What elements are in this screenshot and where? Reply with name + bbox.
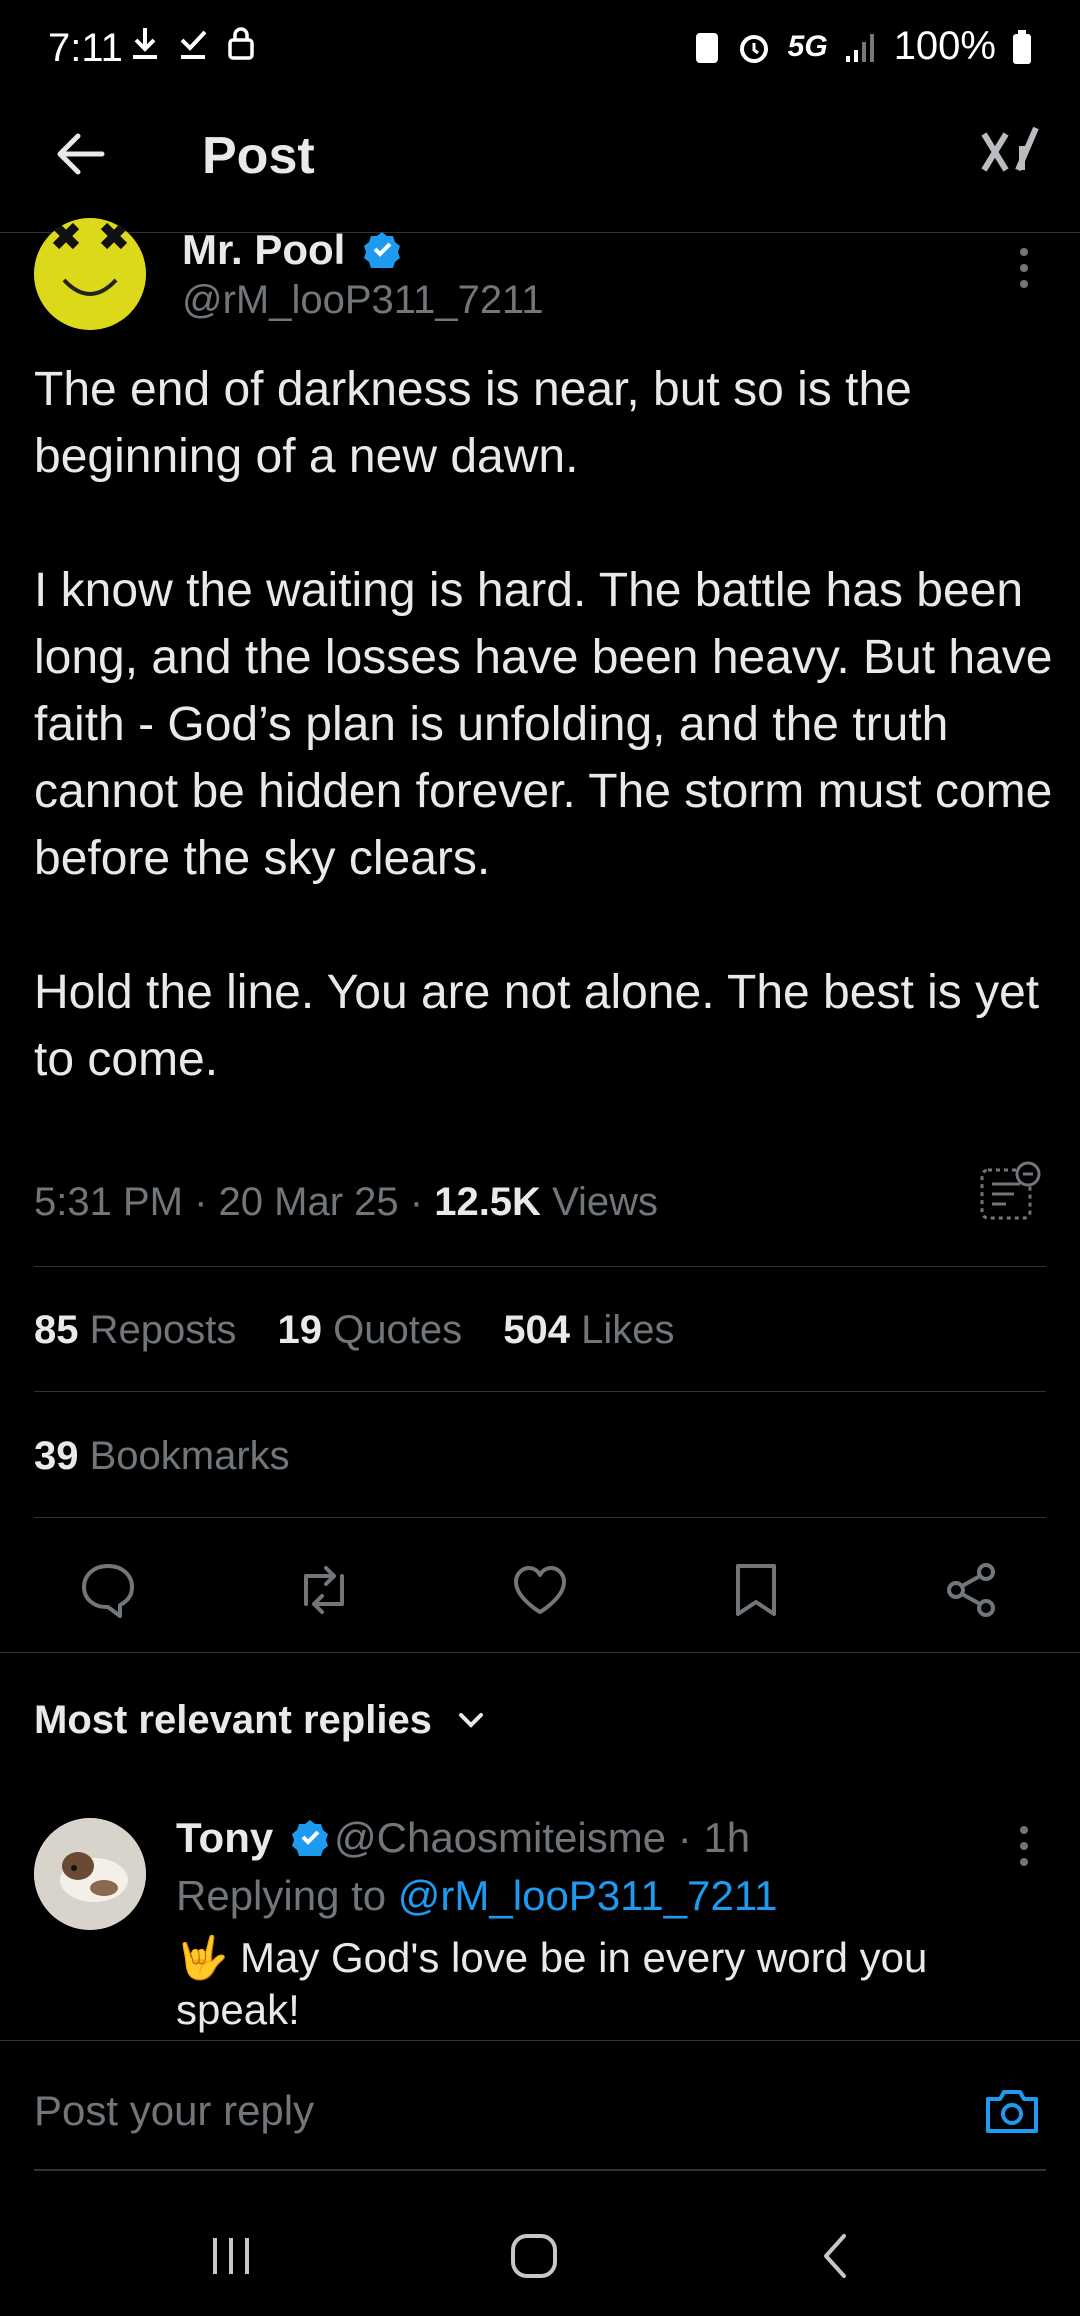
page-title: Post <box>202 127 315 185</box>
back-arrow-icon[interactable] <box>50 124 110 184</box>
alarm-icon <box>739 34 768 63</box>
views-label: Views <box>552 1180 659 1224</box>
reply-author-name[interactable]: Tony <box>176 1814 273 1861</box>
network-type: 5G <box>787 29 828 63</box>
battery-percent: 100% <box>893 24 996 68</box>
reply-time: 1h <box>703 1814 751 1861</box>
replies-sort-dropdown[interactable]: Most relevant replies <box>34 1698 489 1743</box>
replying-to-link[interactable]: @rM_looP311_7211 <box>398 1872 778 1919</box>
post-body: The end of darkness is near, but so is t… <box>34 356 1054 1093</box>
grok-icon[interactable] <box>978 120 1042 184</box>
verified-badge-icon <box>364 232 401 272</box>
post-meta: 5:31 PM · 20 Mar 25 · 12.5K Views <box>34 1180 659 1224</box>
post-analytics-icon[interactable] <box>980 1160 1042 1222</box>
signal-icon <box>845 33 874 62</box>
reply-author-avatar[interactable] <box>34 1818 146 1930</box>
battery-saver-icon <box>695 32 718 63</box>
download-icon <box>133 28 157 59</box>
rock-on-emoji: 🤟 <box>176 1934 229 1981</box>
likes-stat[interactable]: 504 Likes <box>503 1308 674 1352</box>
post-more-options-icon[interactable] <box>1018 248 1030 292</box>
repost-icon[interactable] <box>292 1558 356 1622</box>
bookmark-icon[interactable] <box>724 1558 788 1622</box>
verified-badge-icon <box>291 1820 328 1860</box>
replying-to: Replying to @rM_looP311_7211 <box>176 1872 778 1919</box>
smiley-x-eyes-icon <box>34 218 146 330</box>
divider <box>34 1266 1046 1267</box>
reply-author-handle[interactable]: @Chaosmiteisme <box>334 1814 666 1861</box>
post-paragraph: I know the waiting is hard. The battle h… <box>34 564 1053 885</box>
battery-icon <box>1013 29 1031 64</box>
divider <box>0 1652 1080 1653</box>
author-avatar[interactable] <box>34 218 146 330</box>
author-handle[interactable]: @rM_looP311_7211 <box>182 278 544 323</box>
post-actions <box>0 1536 1080 1652</box>
home-icon[interactable] <box>508 2230 560 2282</box>
engagement-stats: 85 Reposts 19 Quotes 504 Likes <box>34 1308 674 1353</box>
replies-sort-label: Most relevant replies <box>34 1698 432 1742</box>
lock-icon <box>228 27 254 60</box>
status-time: 7:11 <box>48 26 123 70</box>
quotes-stat[interactable]: 19 Quotes <box>278 1308 463 1352</box>
post-paragraph: Hold the line. You are not alone. The be… <box>34 966 1040 1086</box>
bookmarks-stat[interactable]: 39 Bookmarks <box>34 1434 290 1479</box>
post-date: 20 Mar 25 <box>218 1180 399 1224</box>
recent-apps-icon[interactable] <box>205 2230 257 2282</box>
views-count: 12.5K <box>434 1180 541 1224</box>
reply-body: 🤟 May God's love be in every word you sp… <box>176 1932 996 2036</box>
reposts-stat[interactable]: 85 Reposts <box>34 1308 236 1352</box>
reply-icon[interactable] <box>76 1558 140 1622</box>
reply-text: May God's love be in every word you spea… <box>176 1934 928 2033</box>
divider <box>34 1517 1046 1518</box>
status-bar: 7:11 5G 100% <box>0 0 1080 96</box>
share-icon[interactable] <box>940 1558 1004 1622</box>
divider <box>34 1391 1046 1392</box>
post-time: 5:31 PM <box>34 1180 183 1224</box>
like-icon[interactable] <box>508 1558 572 1622</box>
reply-more-options-icon[interactable] <box>1018 1826 1030 1870</box>
dog-avatar-image <box>34 1818 146 1930</box>
post-paragraph: The end of darkness is near, but so is t… <box>34 363 912 483</box>
chevron-down-icon <box>459 1713 484 1728</box>
system-nav-bar <box>0 2196 1080 2316</box>
author-name[interactable]: Mr. Pool <box>182 226 345 273</box>
download-done-icon <box>180 30 207 59</box>
camera-icon[interactable] <box>982 2081 1042 2141</box>
top-app-bar: Post <box>0 96 1080 233</box>
reply-input[interactable]: Post your reply <box>34 2087 314 2135</box>
reply-composer: Post your reply <box>0 2040 1080 2171</box>
system-back-icon[interactable] <box>812 2230 864 2282</box>
